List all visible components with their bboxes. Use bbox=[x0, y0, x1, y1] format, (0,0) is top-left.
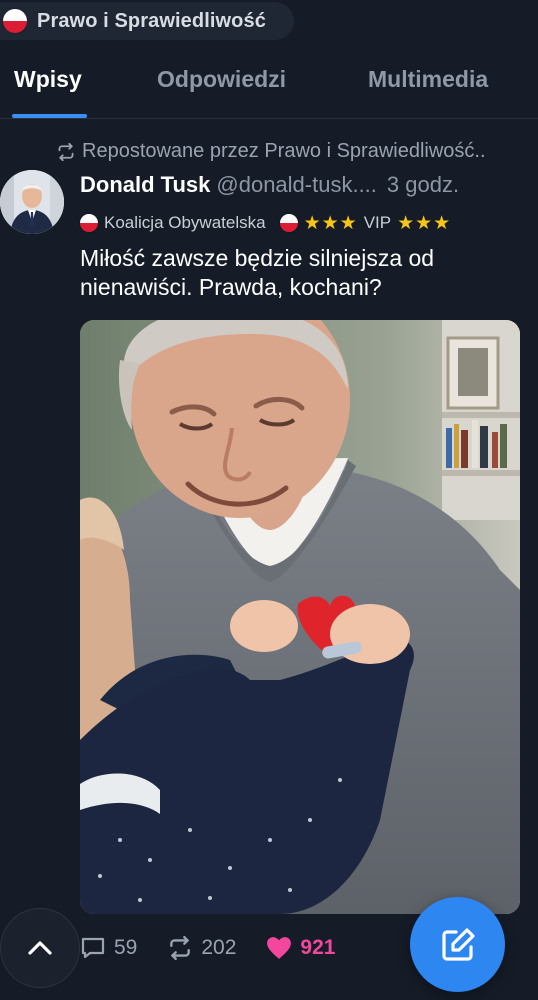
poland-flag-icon bbox=[3, 9, 27, 33]
post-text: Miłość zawsze będzie silniejsza od niena… bbox=[80, 245, 435, 300]
account-chip[interactable]: Prawo i Sprawiedliwość bbox=[0, 2, 294, 40]
tab-odpowiedzi[interactable]: Odpowiedzi bbox=[157, 66, 286, 93]
post-time: 3 godz. bbox=[386, 172, 460, 197]
profile-tabs: Wpisy Odpowiedzi Multimedia bbox=[0, 52, 538, 118]
repost-info[interactable]: Repostowane przez Prawo i Sprawiedliwość… bbox=[56, 140, 486, 163]
vip-badge: ★★★ VIP ★★★ bbox=[279, 212, 452, 235]
post-video-thumbnail[interactable] bbox=[80, 320, 520, 914]
author-name[interactable]: Donald Tusk bbox=[80, 172, 210, 197]
repost-count: 202 bbox=[201, 936, 237, 959]
party-label: Koalicja Obywatelska bbox=[104, 213, 266, 232]
poland-flag-icon bbox=[80, 214, 98, 232]
heart-icon bbox=[267, 937, 292, 959]
chevron-up-icon bbox=[28, 941, 52, 955]
stars-left-icon: ★★★ bbox=[303, 212, 358, 234]
account-name: Prawo i Sprawiedliwość bbox=[37, 9, 266, 32]
compose-button[interactable] bbox=[410, 897, 505, 992]
vip-label: VIP bbox=[363, 213, 392, 232]
repost-label: Repostowane przez Prawo i Sprawiedliwość… bbox=[82, 140, 486, 162]
stars-right-icon: ★★★ bbox=[397, 212, 452, 234]
badges-row: Koalicja Obywatelska ★★★ VIP ★★★ bbox=[80, 210, 465, 236]
repost-icon bbox=[58, 142, 74, 161]
avatar[interactable] bbox=[0, 170, 64, 234]
reply-count: 59 bbox=[114, 936, 138, 959]
repost-button[interactable]: 202 bbox=[167, 936, 236, 960]
party-badge: Koalicja Obywatelska bbox=[80, 213, 266, 233]
repost-icon bbox=[170, 936, 191, 960]
speech-bubble-icon bbox=[81, 937, 105, 959]
poland-flag-icon bbox=[279, 214, 298, 232]
like-count: 921 bbox=[300, 936, 336, 959]
author-row: Donald Tusk @donald-tusk.... 3 godz. bbox=[80, 172, 459, 198]
like-button[interactable]: 921 bbox=[266, 936, 335, 960]
post-actions: 59 202 921 bbox=[80, 932, 335, 964]
tab-multimedia[interactable]: Multimedia bbox=[368, 66, 488, 93]
tabs-divider bbox=[0, 118, 538, 119]
scroll-to-top-button[interactable] bbox=[0, 908, 80, 988]
pencil-square-icon bbox=[441, 927, 475, 961]
author-handle[interactable]: @donald-tusk.... bbox=[216, 172, 377, 197]
reply-button[interactable]: 59 bbox=[80, 936, 137, 960]
top-bar: Prawo i Sprawiedliwość bbox=[0, 0, 538, 44]
tab-wpisy[interactable]: Wpisy bbox=[14, 66, 82, 93]
